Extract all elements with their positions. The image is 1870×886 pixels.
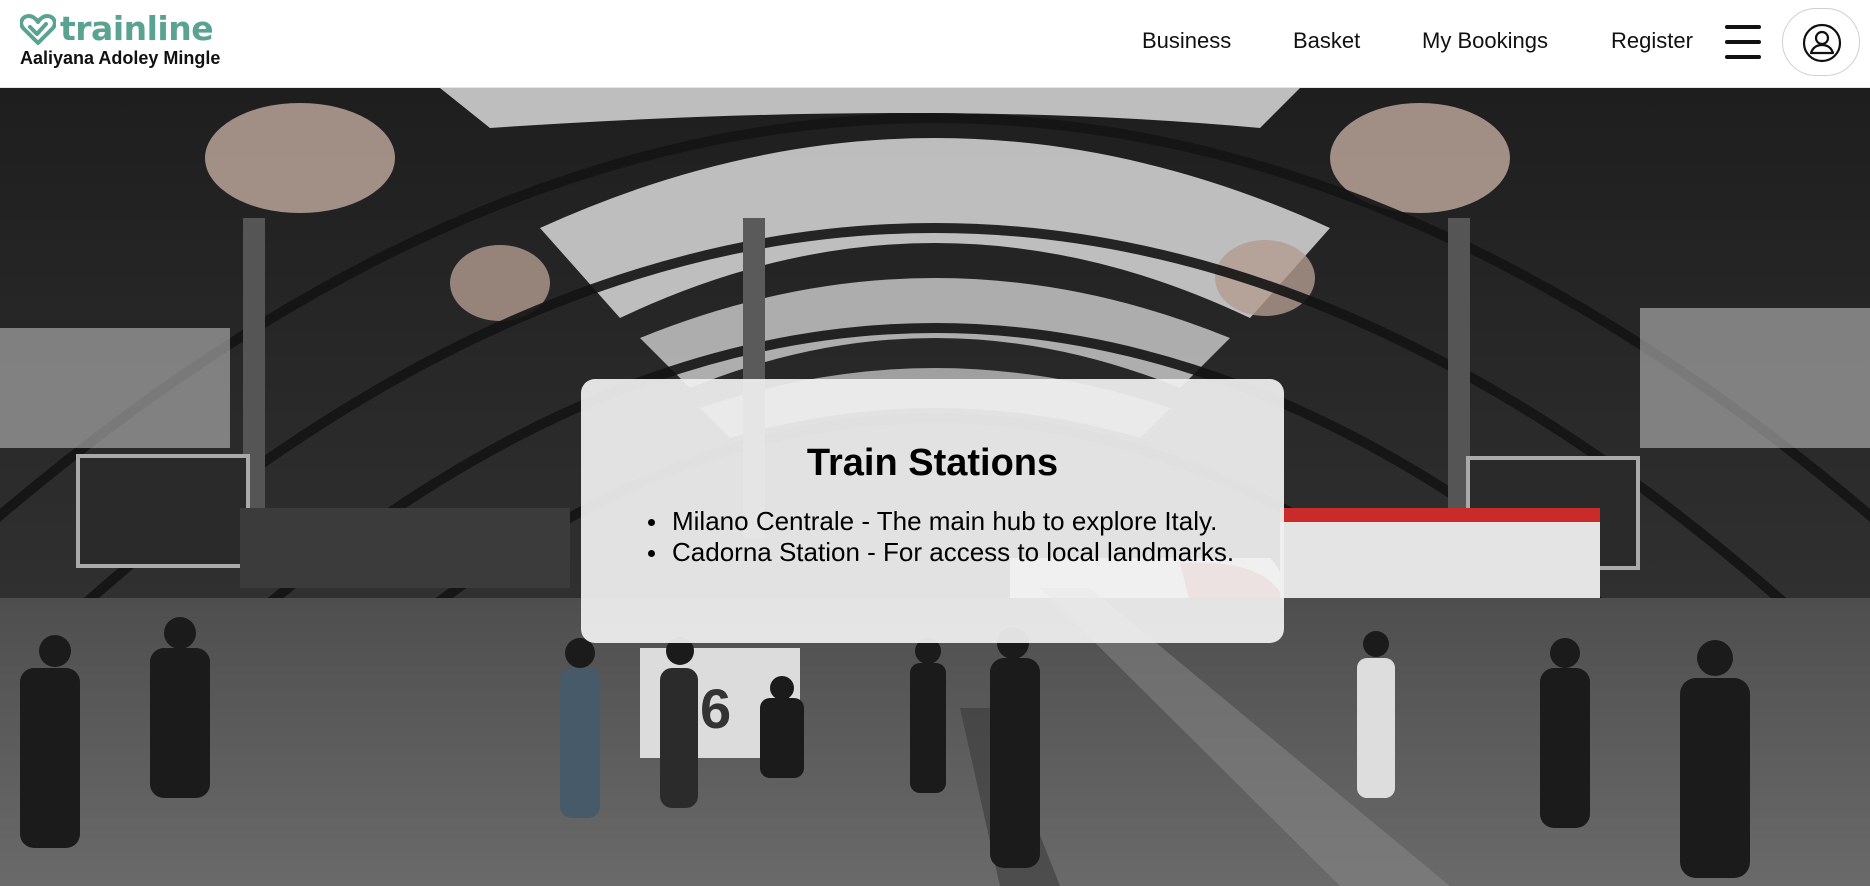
account-button[interactable] xyxy=(1782,8,1860,76)
user-name: Aaliyana Adoley Mingle xyxy=(20,48,221,68)
list-item: Cadorna Station - For access to local la… xyxy=(648,537,1234,568)
logo-text: trainline xyxy=(60,9,214,48)
hamburger-menu-icon[interactable] xyxy=(1723,22,1763,62)
hero-banner: 6 Train Stations Milano Centrale - The m… xyxy=(0,88,1870,886)
user-account-icon xyxy=(1802,23,1842,63)
station-list: Milano Centrale - The main hub to explor… xyxy=(648,506,1234,568)
trainline-logo[interactable]: trainline xyxy=(20,12,220,46)
svg-text:6: 6 xyxy=(700,677,731,740)
nav-register[interactable]: Register xyxy=(1611,28,1693,54)
site-header: trainline Aaliyana Adoley Mingle Busines… xyxy=(0,0,1870,88)
train-stations-card: Train Stations Milano Centrale - The mai… xyxy=(581,379,1284,643)
card-title: Train Stations xyxy=(806,442,1059,484)
nav-basket[interactable]: Basket xyxy=(1293,28,1360,54)
nav-my-bookings[interactable]: My Bookings xyxy=(1422,28,1548,54)
nav-business[interactable]: Business xyxy=(1142,28,1231,54)
brand[interactable]: trainline Aaliyana Adoley Mingle xyxy=(20,12,220,68)
heart-logo-icon xyxy=(20,14,56,45)
list-item: Milano Centrale - The main hub to explor… xyxy=(648,506,1234,537)
